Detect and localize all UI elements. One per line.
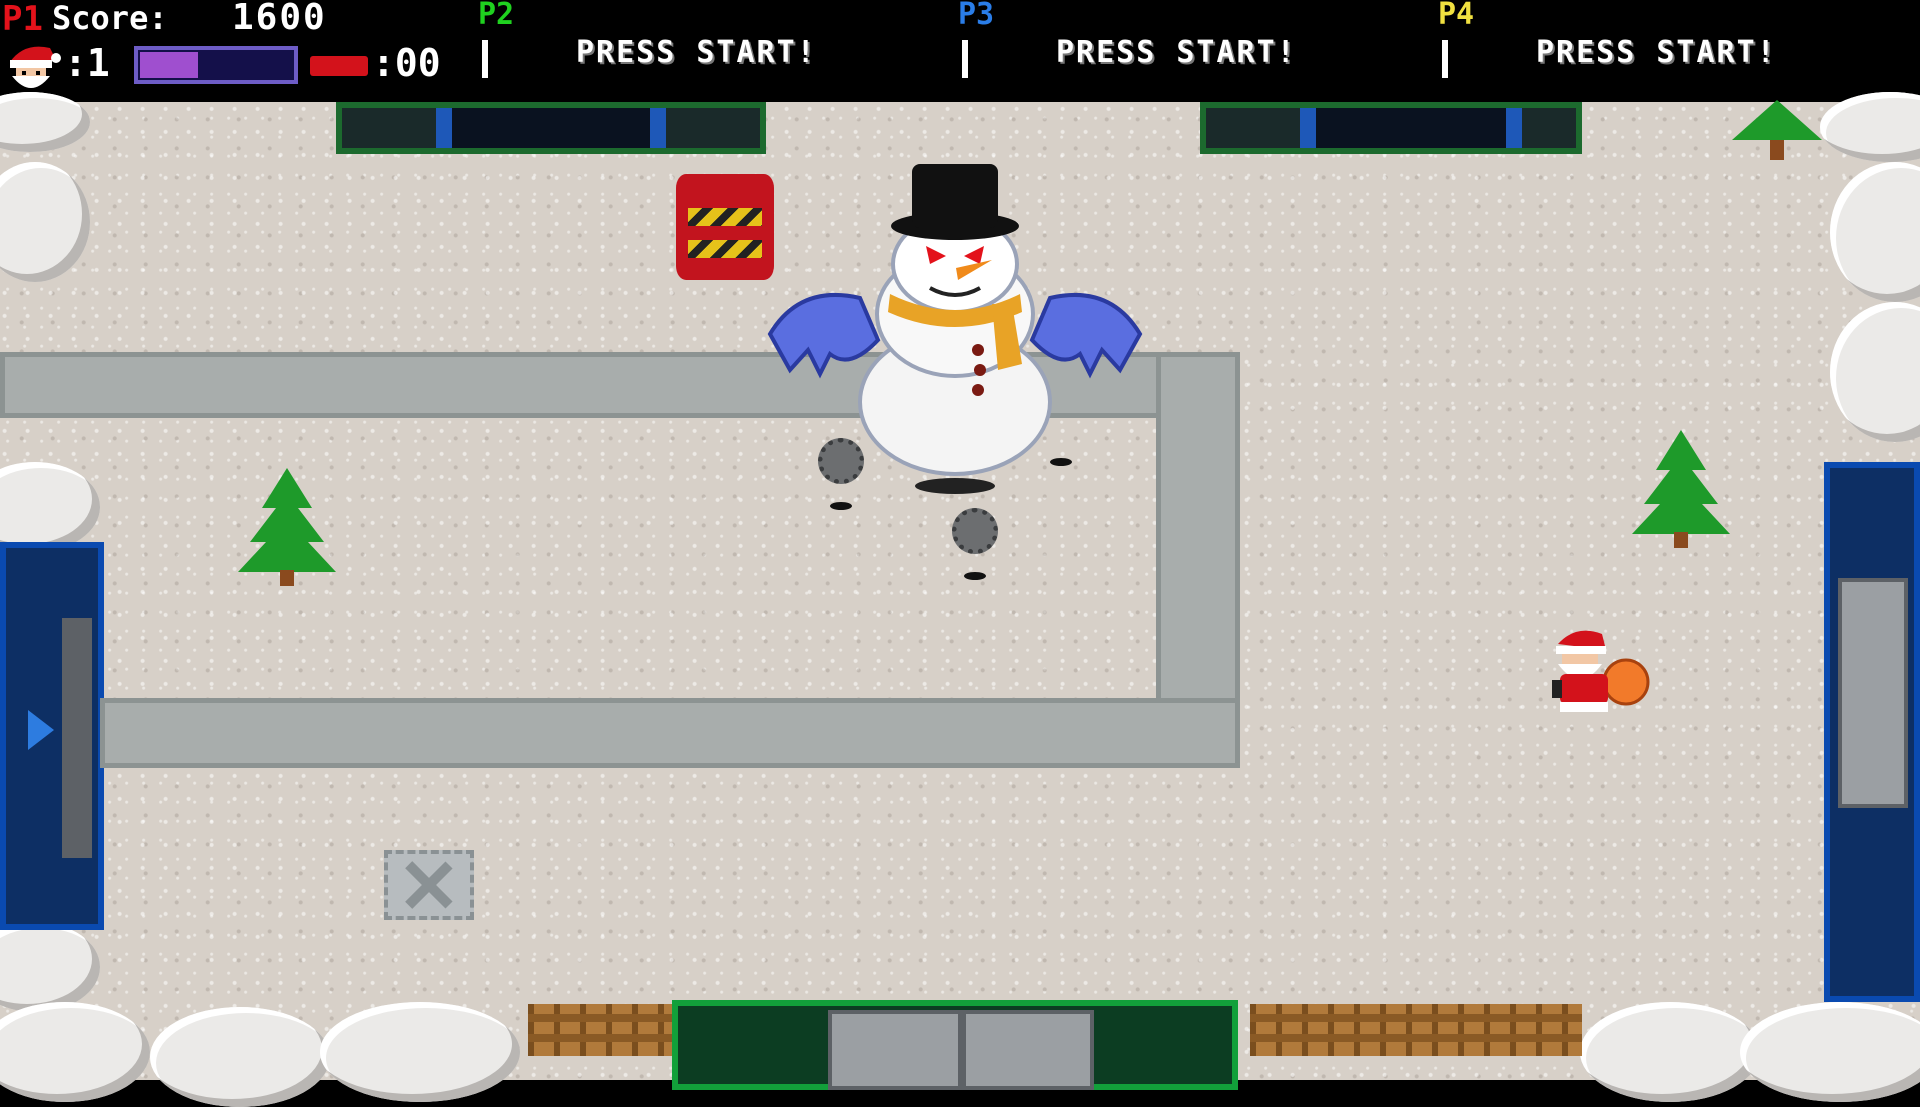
santa-head-icon (10, 46, 61, 88)
left-side-gate (0, 542, 104, 930)
p2-divider (482, 40, 488, 78)
p3-press-start: PRESS START! (1056, 35, 1297, 70)
p1-score-value: 1600 (232, 0, 327, 38)
bottom-gate (672, 1000, 1238, 1090)
p3-tag: P3 (958, 0, 995, 32)
snowbank (1830, 162, 1920, 302)
p1-tag: P1 (2, 0, 43, 39)
mine-shadow (964, 572, 986, 580)
pine-tree (238, 468, 336, 586)
arrow-right-icon (28, 710, 54, 750)
p3-divider (962, 40, 968, 78)
snowbank (0, 462, 100, 552)
p4-press-start: PRESS START! (1536, 35, 1777, 70)
snowbank (1740, 1002, 1920, 1102)
game-arena (0, 92, 1920, 1107)
santa-player (1552, 630, 1650, 712)
p2-tag: P2 (478, 0, 515, 32)
p1-lives-count: :1 (64, 41, 110, 85)
p4-divider (1442, 40, 1448, 78)
floor-grate (384, 850, 474, 920)
right-side-gate (1824, 462, 1920, 1002)
snowbank (0, 922, 100, 1012)
snowbank (1830, 302, 1920, 442)
snowbank (1820, 92, 1920, 162)
hud-bar: P1 Score: 1600 :1 :00 P2 PRESS START! P3… (0, 0, 1920, 102)
snowbank (320, 1002, 520, 1102)
snowbank (150, 1007, 330, 1107)
pine-tree (1732, 100, 1822, 160)
top-gate-right (1200, 102, 1582, 154)
p1-score-label: Score: (52, 0, 168, 37)
p1-health-fill (140, 52, 198, 78)
fence-right (1250, 1004, 1582, 1056)
pine-tree (1632, 430, 1730, 548)
snowbank (1580, 1002, 1760, 1102)
snowbank (0, 162, 90, 282)
p4-tag: P4 (1438, 0, 1475, 32)
rail-track-bottom (100, 698, 1240, 768)
evil-snowman-boss (767, 164, 1143, 494)
spiked-mine (952, 508, 998, 554)
top-gate-left (336, 102, 766, 154)
bomb-icon (310, 56, 368, 76)
p1-bomb-count: :00 (372, 41, 441, 85)
p2-press-start: PRESS START! (576, 35, 817, 70)
p1-health-bar (134, 46, 298, 84)
snowbank (0, 1002, 150, 1102)
fence-left (528, 1004, 674, 1056)
